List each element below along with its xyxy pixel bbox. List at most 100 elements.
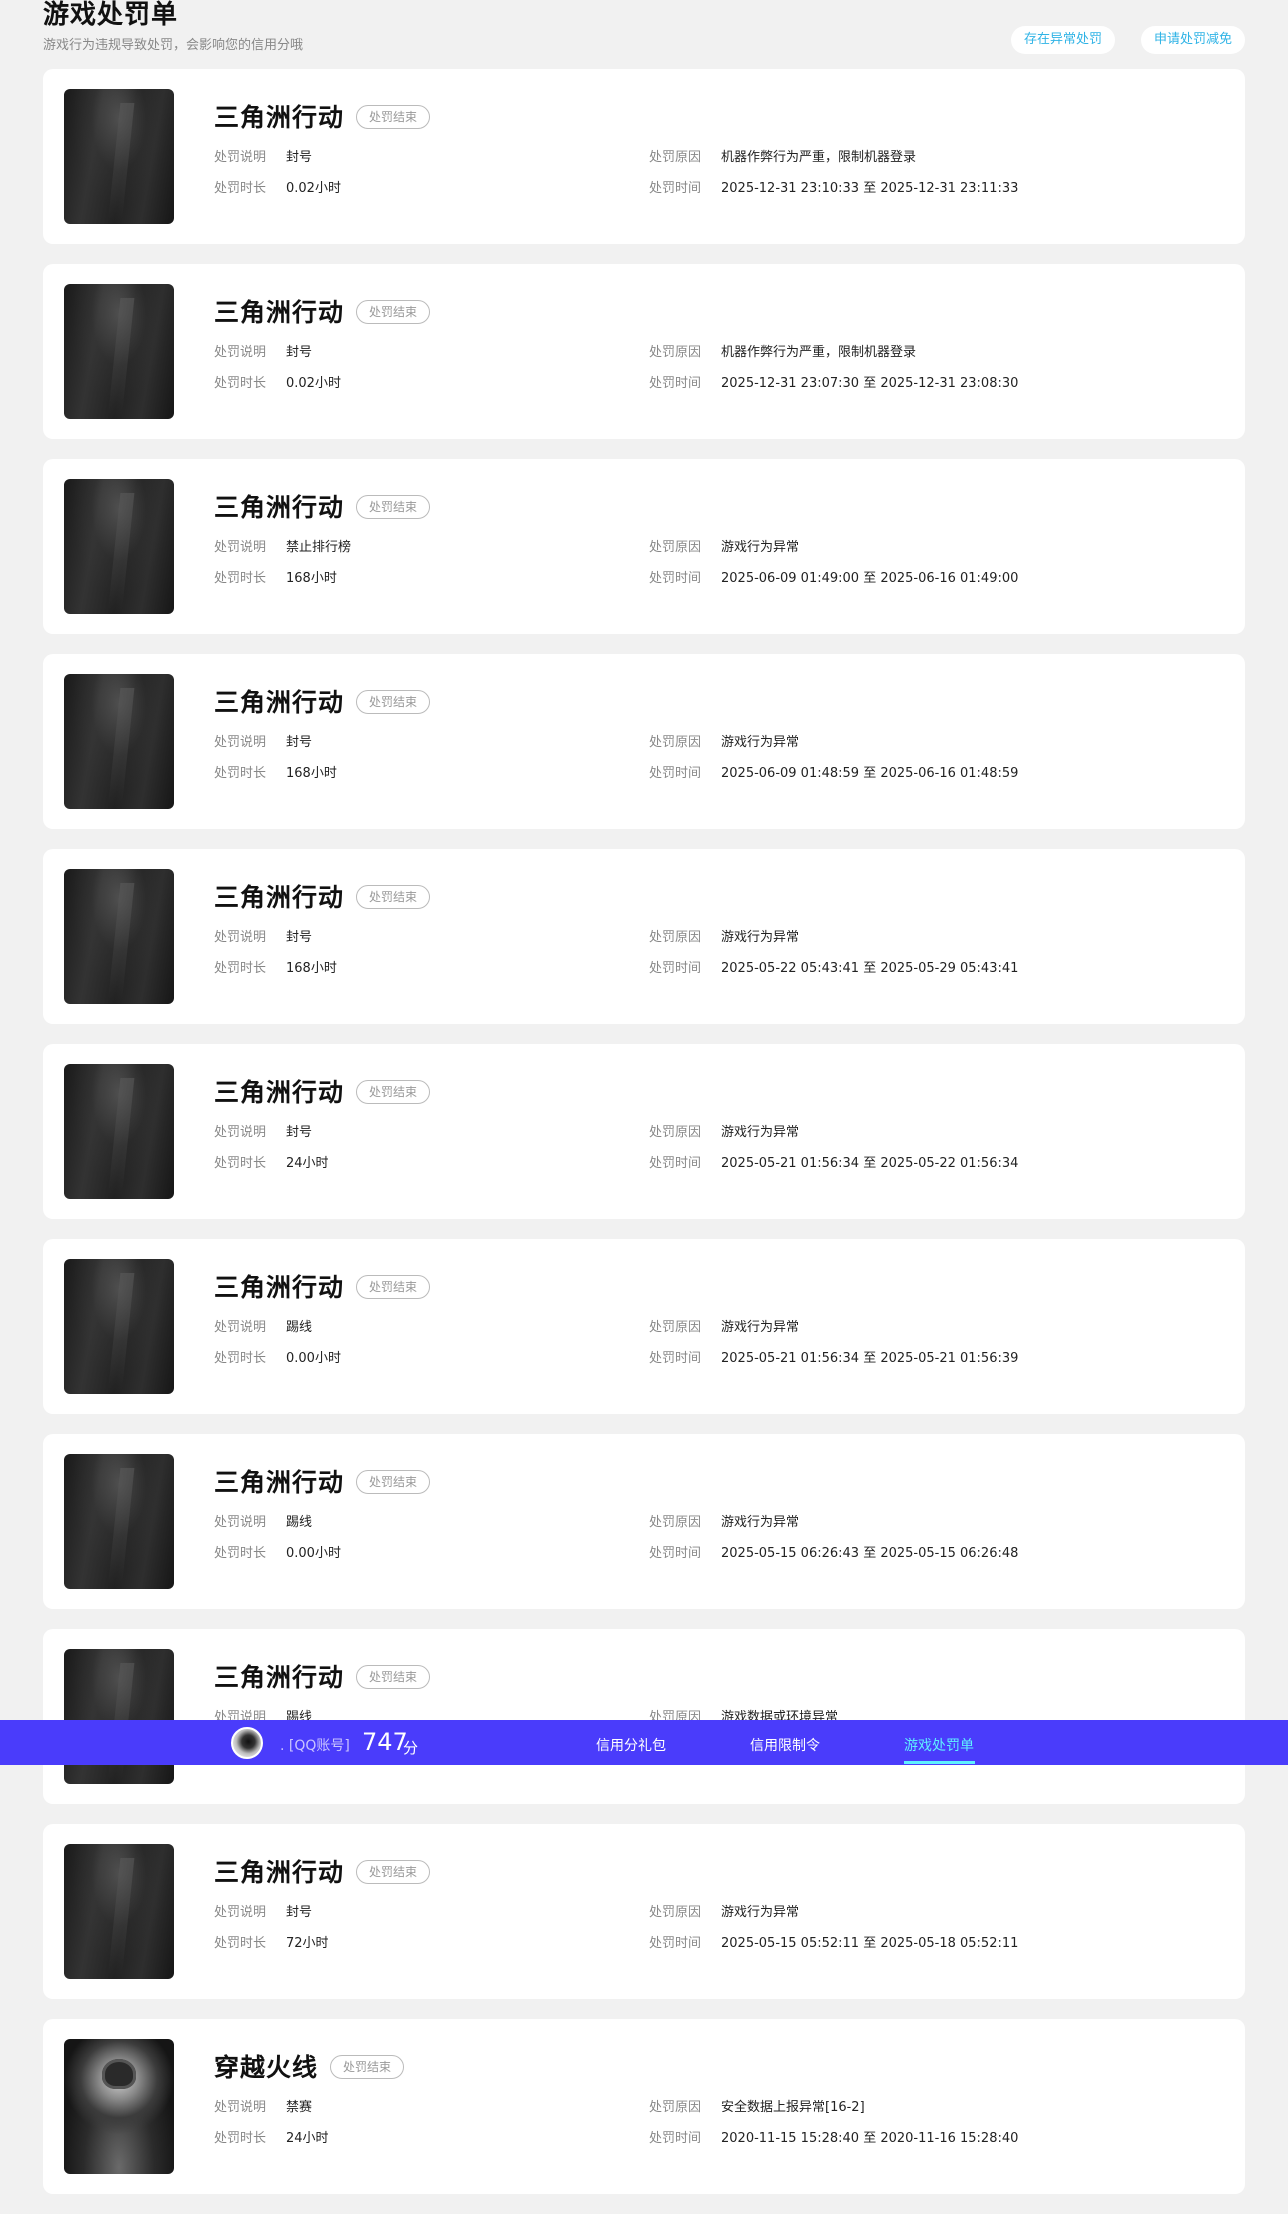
status-badge: 处罚结束: [356, 300, 431, 324]
penalty-card: 三角洲行动 处罚结束 处罚说明 封号 处罚原因 机器作弊行为严重，限制机器登录 处罚时…: [43, 264, 1245, 439]
tab-credit-gift[interactable]: 信用分礼包: [596, 1735, 666, 1755]
penalty-duration-row: 处罚时长 168小时: [214, 766, 337, 782]
penalty-reason-label: 处罚原因: [649, 930, 702, 945]
game-name: 三角洲行动: [214, 1273, 345, 1302]
penalty-time-row: 处罚时间 2025-05-21 01:56:34 至 2025-05-22 01:…: [649, 1156, 1018, 1172]
penalty-time-value: 2025-06-09 01:49:00 至 2025-06-16 01:49:0…: [721, 571, 1019, 586]
penalty-time-label: 处罚时间: [649, 766, 702, 781]
penalty-reason-row: 处罚原因 游戏行为异常: [649, 1125, 799, 1141]
game-name: 穿越火线: [214, 2053, 319, 2082]
penalty-time-row: 处罚时间 2025-06-09 01:48:59 至 2025-06-16 01:…: [649, 766, 1018, 782]
game-cover-image: [64, 869, 174, 1004]
penalty-time-value: 2025-05-21 01:56:34 至 2025-05-22 01:56:3…: [721, 1156, 1019, 1171]
game-cover-image: [64, 1259, 174, 1394]
penalty-reason-label: 处罚原因: [649, 1515, 702, 1530]
penalty-duration-row: 处罚时长 168小时: [214, 571, 337, 587]
penalty-reason-value: 游戏行为异常: [721, 1125, 800, 1140]
avatar[interactable]: [231, 1727, 263, 1759]
penalty-reason-label: 处罚原因: [649, 735, 702, 750]
penalty-desc-label: 处罚说明: [214, 345, 267, 360]
penalty-reason-value: 游戏行为异常: [721, 930, 800, 945]
abnormal-penalty-button[interactable]: 存在异常处罚: [1010, 26, 1115, 54]
status-badge: 处罚结束: [356, 1275, 431, 1299]
penalty-reason-value: 游戏行为异常: [721, 735, 800, 750]
penalty-time-label: 处罚时间: [649, 1156, 702, 1171]
game-name: 三角洲行动: [214, 688, 345, 717]
penalty-duration-label: 处罚时长: [214, 376, 267, 391]
penalty-duration-value: 168小时: [286, 766, 337, 781]
game-title: 三角洲行动 处罚结束: [214, 688, 431, 718]
penalty-card: 三角洲行动 处罚结束 处罚说明 踢线 处罚原因 游戏行为异常 处罚时长 0.00小时 处…: [43, 1239, 1245, 1414]
penalty-reason-row: 处罚原因 游戏行为异常: [649, 1515, 799, 1531]
penalty-card: 三角洲行动 处罚结束 处罚说明 封号 处罚原因 游戏行为异常 处罚时长 168小时 处罚…: [43, 654, 1245, 829]
penalty-card: 三角洲行动 处罚结束 处罚说明 踢线 处罚原因 游戏行为异常 处罚时长 0.00小时 处…: [43, 1434, 1245, 1609]
penalty-duration-row: 处罚时长 72小时: [214, 1936, 329, 1952]
penalty-time-value: 2025-12-31 23:10:33 至 2025-12-31 23:11:3…: [721, 181, 1019, 196]
penalty-desc-label: 处罚说明: [214, 2100, 267, 2115]
penalty-card: 三角洲行动 处罚结束 处罚说明 封号 处罚原因 游戏行为异常 处罚时长 168小时 处罚…: [43, 849, 1245, 1024]
penalty-duration-row: 处罚时长 0.02小时: [214, 181, 341, 197]
penalty-duration-label: 处罚时长: [214, 1936, 267, 1951]
penalty-reason-value: 机器作弊行为严重，限制机器登录: [721, 150, 917, 165]
game-cover-image: [64, 1064, 174, 1199]
penalty-desc-label: 处罚说明: [214, 1125, 267, 1140]
penalty-time-label: 处罚时间: [649, 1351, 702, 1366]
penalty-time-label: 处罚时间: [649, 571, 702, 586]
penalty-reason-value: 游戏行为异常: [721, 1905, 800, 1920]
penalty-desc-value: 禁赛: [286, 2100, 313, 2115]
penalty-reason-row: 处罚原因 机器作弊行为严重，限制机器登录: [649, 150, 916, 166]
game-cover-image: [64, 1844, 174, 1979]
game-name: 三角洲行动: [214, 883, 345, 912]
penalty-duration-value: 0.00小时: [286, 1546, 341, 1561]
penalty-time-value: 2020-11-15 15:28:40 至 2020-11-16 15:28:4…: [721, 2131, 1019, 2146]
credit-score-unit: 分: [403, 1739, 419, 1757]
penalty-reason-value: 游戏行为异常: [721, 540, 800, 555]
penalty-reason-row: 处罚原因 游戏行为异常: [649, 1320, 799, 1336]
penalty-reason-row: 处罚原因 机器作弊行为严重，限制机器登录: [649, 345, 916, 361]
penalty-desc-value: 封号: [286, 150, 313, 165]
game-name: 三角洲行动: [214, 493, 345, 522]
penalty-desc-value: 封号: [286, 930, 313, 945]
penalty-reason-label: 处罚原因: [649, 345, 702, 360]
status-badge: 处罚结束: [356, 885, 431, 909]
penalty-desc-row: 处罚说明 封号: [214, 1905, 312, 1921]
penalty-duration-value: 0.00小时: [286, 1351, 341, 1366]
penalty-desc-row: 处罚说明 禁止排行榜: [214, 540, 351, 556]
penalty-duration-label: 处罚时长: [214, 571, 267, 586]
game-title: 三角洲行动 处罚结束: [214, 1663, 431, 1693]
penalty-card: 三角洲行动 处罚结束 处罚说明 禁止排行榜 处罚原因 游戏行为异常 处罚时长 168小时…: [43, 459, 1245, 634]
game-name: 三角洲行动: [214, 1858, 345, 1887]
penalty-duration-value: 72小时: [286, 1936, 329, 1951]
penalty-card: 三角洲行动 处罚结束 处罚说明 封号 处罚原因 游戏行为异常 处罚时长 24小时 处罚时…: [43, 1044, 1245, 1219]
penalty-duration-label: 处罚时长: [214, 2131, 267, 2146]
tab-credit-restriction[interactable]: 信用限制令: [750, 1735, 820, 1755]
penalty-duration-row: 处罚时长 0.00小时: [214, 1546, 341, 1562]
penalty-duration-label: 处罚时长: [214, 1156, 267, 1171]
penalty-reason-label: 处罚原因: [649, 1905, 702, 1920]
status-badge: 处罚结束: [356, 690, 431, 714]
penalty-duration-label: 处罚时长: [214, 181, 267, 196]
credit-score: 747: [362, 1728, 408, 1756]
penalty-desc-value: 封号: [286, 1125, 313, 1140]
game-cover-image: [64, 2039, 174, 2174]
apply-reduction-button[interactable]: 申请处罚减免: [1140, 26, 1245, 54]
penalty-time-value: 2025-05-15 06:26:43 至 2025-05-15 06:26:4…: [721, 1546, 1019, 1561]
page-header: 游戏处罚单 游戏行为违规导致处罚，会影响您的信用分哦 存在异常处罚 申请处罚减免: [43, 0, 1245, 60]
game-title: 三角洲行动 处罚结束: [214, 103, 431, 133]
status-badge: 处罚结束: [330, 2055, 405, 2079]
tab-game-penalty[interactable]: 游戏处罚单: [904, 1735, 974, 1755]
penalty-desc-label: 处罚说明: [214, 150, 267, 165]
penalty-desc-row: 处罚说明 封号: [214, 1125, 312, 1141]
penalty-card: 穿越火线 处罚结束 处罚说明 禁赛 处罚原因 安全数据上报异常[16-2] 处罚时长 2…: [43, 2019, 1245, 2194]
penalty-desc-row: 处罚说明 禁赛: [214, 2100, 312, 2116]
game-title: 穿越火线 处罚结束: [214, 2053, 405, 2083]
account-label: . [QQ账号]: [280, 1738, 350, 1754]
penalty-duration-row: 处罚时长 168小时: [214, 961, 337, 977]
penalty-time-row: 处罚时间 2025-05-15 05:52:11 至 2025-05-18 05:…: [649, 1936, 1018, 1952]
penalty-list: 三角洲行动 处罚结束 处罚说明 封号 处罚原因 机器作弊行为严重，限制机器登录 处罚时…: [43, 69, 1245, 2214]
penalty-desc-label: 处罚说明: [214, 1905, 267, 1920]
status-badge: 处罚结束: [356, 105, 431, 129]
penalty-reason-row: 处罚原因 游戏行为异常: [649, 540, 799, 556]
game-title: 三角洲行动 处罚结束: [214, 1078, 431, 1108]
status-badge: 处罚结束: [356, 1665, 431, 1689]
